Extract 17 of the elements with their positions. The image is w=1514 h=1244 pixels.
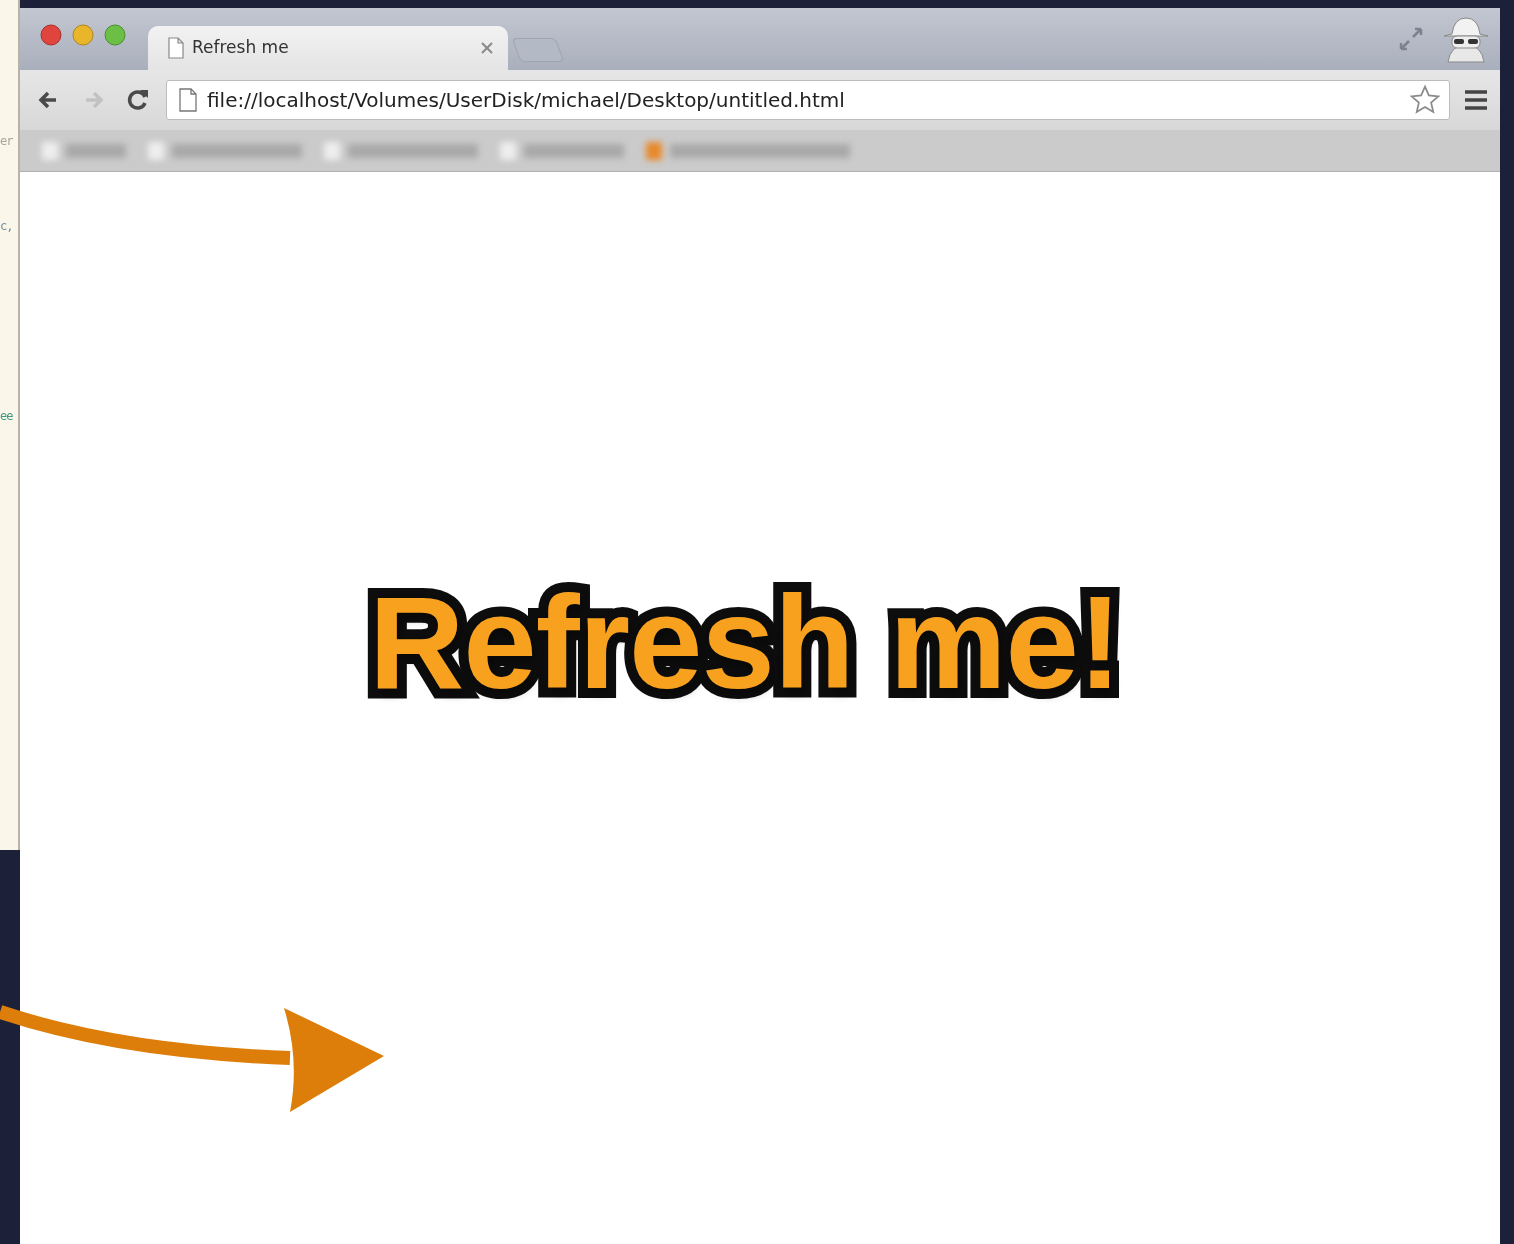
browser-tab[interactable]: Refresh me: [148, 26, 508, 70]
zoom-window-icon[interactable]: [104, 24, 126, 46]
fullscreen-icon[interactable]: [1398, 26, 1424, 52]
menu-icon[interactable]: [1464, 89, 1488, 111]
star-icon[interactable]: [1409, 84, 1441, 116]
code-text: er: [0, 135, 13, 147]
page-icon: [168, 37, 184, 59]
close-window-icon[interactable]: [40, 24, 62, 46]
address-bar[interactable]: file://localhost/Volumes/UserDisk/michael/Desktop/untitled.html: [166, 80, 1450, 120]
minimize-window-icon[interactable]: [72, 24, 94, 46]
page-heading: Refresh me!: [369, 577, 1121, 709]
close-tab-icon[interactable]: [480, 41, 494, 55]
tab-title: Refresh me: [192, 36, 290, 60]
code-text: c,: [0, 220, 13, 232]
page-icon: [179, 88, 197, 112]
code-text: ee: [0, 410, 13, 422]
url-text: file://localhost/Volumes/UserDisk/michael/Desktop/untitled.html: [207, 87, 846, 114]
